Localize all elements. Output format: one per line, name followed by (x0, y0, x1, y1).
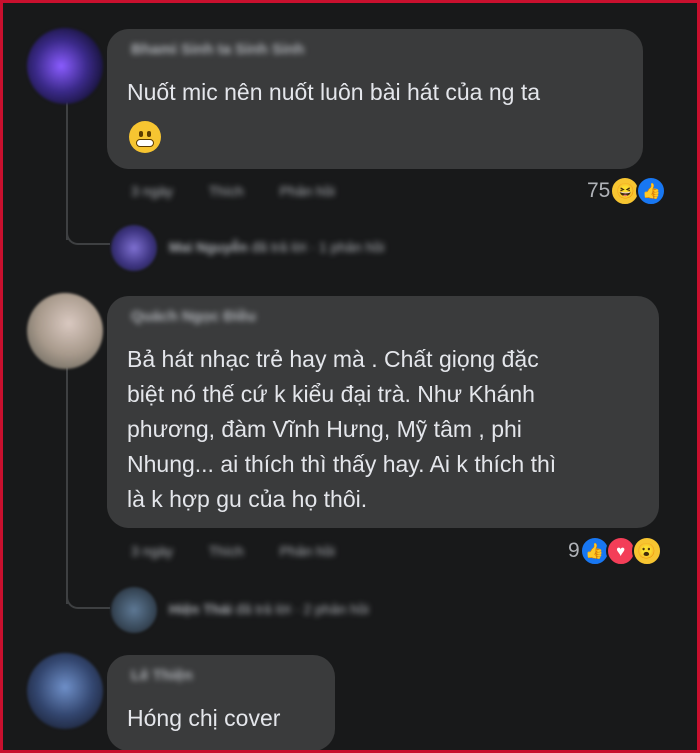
comment-author[interactable]: Bhami Sinh ta Sinh Sinh (131, 41, 304, 58)
avatar[interactable] (27, 293, 103, 369)
view-replies-link[interactable]: Mai Nguyễn đã trả lời · 1 phản hồi (169, 239, 384, 255)
view-replies-link[interactable]: Hiện Thái đã trả lời · 2 phản hồi (169, 601, 369, 617)
grimacing-face-icon (129, 121, 161, 153)
like-link[interactable]: Thích (209, 543, 244, 559)
comment-text: Bả hát nhạc trẻ hay mà . Chất giọng đặc … (127, 346, 557, 512)
avatar[interactable] (27, 653, 103, 729)
reply-avatar (111, 225, 157, 271)
comment-time[interactable]: 3 ngày (131, 543, 173, 559)
reply-author: Mai Nguyễn (169, 239, 248, 255)
like-link[interactable]: Thích (209, 183, 244, 199)
like-icon: 👍 (636, 176, 667, 206)
thread-connector (66, 577, 110, 609)
reply-count: 1 phản hồi (319, 239, 385, 255)
comment-thread: Bhami Sinh ta Sinh Sinh Nuốt mic nên nuố… (3, 3, 697, 750)
comment-bubble: Lê Thiện Hóng chị cover (107, 655, 335, 750)
reply-count: 2 phản hồi (303, 601, 369, 617)
reply-author: Hiện Thái (169, 601, 233, 617)
reaction-count: 9 (568, 539, 580, 562)
reaction-count: 75 (587, 179, 611, 202)
comment-author[interactable]: Lê Thiện (131, 667, 193, 684)
reply-action: đã trả lời (235, 601, 291, 617)
reaction-summary[interactable]: 9 👍 ♥ 😮 (568, 536, 662, 566)
comment-time[interactable]: 3 ngày (131, 183, 173, 199)
wow-icon: 😮 (631, 536, 662, 566)
reaction-summary[interactable]: 75 😆 👍 (587, 176, 667, 206)
comment-actions: 3 ngày Thích Phản hồi (131, 543, 367, 559)
comment-author[interactable]: Quách Ngọc Điều (131, 308, 256, 325)
comment-bubble: Quách Ngọc Điều Bả hát nhạc trẻ hay mà .… (107, 296, 659, 528)
comment-actions: 3 ngày Thích Phản hồi (131, 183, 367, 199)
thread-connector (66, 213, 110, 245)
avatar[interactable] (27, 28, 103, 104)
comment-bubble: Bhami Sinh ta Sinh Sinh Nuốt mic nên nuố… (107, 29, 643, 169)
comment-text: Nuốt mic nên nuốt luôn bài hát của ng ta (127, 79, 541, 105)
comment-text: Hóng chị cover (127, 705, 281, 731)
reply-avatar (111, 587, 157, 633)
reply-link[interactable]: Phản hồi (280, 183, 335, 199)
reply-link[interactable]: Phản hồi (280, 543, 335, 559)
thread-line (66, 367, 68, 604)
reply-action: đã trả lời (251, 239, 307, 255)
